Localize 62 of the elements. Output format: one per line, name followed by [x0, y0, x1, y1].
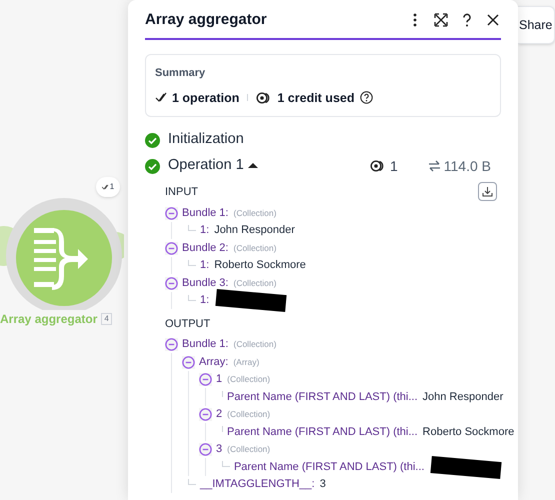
field-key: 1: — [200, 222, 210, 239]
operations-count: 1 operation — [172, 90, 240, 107]
field-key: Parent Name (FIRST AND LAST) (thi... — [227, 388, 418, 406]
collapse-icon[interactable] — [165, 206, 178, 220]
type-hint: (Collection) — [233, 276, 276, 290]
checks-icon — [155, 92, 167, 104]
checks-icon — [102, 184, 109, 190]
collapse-icon[interactable] — [165, 276, 178, 290]
field-key: 2 — [216, 406, 222, 423]
field-key: 3 — [216, 441, 222, 458]
credits-used: 1 credit used — [277, 90, 354, 106]
type-hint: (Collection) — [227, 443, 270, 456]
download-button[interactable] — [478, 182, 497, 202]
data-size: 114.0 B — [444, 156, 491, 176]
coins-icon — [256, 92, 272, 104]
step-label[interactable]: Operation 1 — [168, 155, 244, 178]
type-hint: (Collection) — [233, 338, 276, 351]
step-badge: 1 — [96, 177, 120, 197]
field-key: 1: — [200, 292, 210, 309]
collapse-caret-icon[interactable] — [248, 162, 258, 170]
type-hint: (Collection) — [227, 408, 270, 421]
type-hint: (Collection) — [233, 242, 276, 254]
collapse-icon[interactable] — [199, 408, 212, 421]
collapse-icon[interactable] — [165, 242, 178, 254]
summary-heading: Summary — [155, 66, 206, 81]
field-value: John Responder — [214, 223, 295, 238]
field-key: Bundle 1: — [182, 204, 228, 222]
field-key: __IMTAGGLENGTH__: — [200, 476, 315, 493]
transfer-icon — [428, 160, 441, 172]
collapse-icon[interactable] — [182, 356, 195, 368]
field-key: Bundle 2: — [182, 240, 228, 256]
help-icon[interactable] — [360, 91, 372, 104]
type-hint: (Array) — [233, 356, 260, 368]
field-value: John Responder — [422, 390, 504, 405]
credit-count: 1 — [390, 156, 398, 176]
field-value: 3 — [320, 477, 326, 492]
share-button[interactable]: Share — [518, 6, 555, 44]
panel-title: Array aggregator — [145, 10, 268, 30]
step-label[interactable]: Initialization — [168, 129, 244, 152]
module-label: Array aggregator — [0, 311, 98, 328]
collapse-icon[interactable] — [165, 338, 178, 351]
aggregator-node-icon[interactable] — [0, 198, 124, 310]
coins-icon — [370, 160, 386, 172]
field-key: Parent Name (FIRST AND LAST) (thi... — [234, 458, 424, 476]
field-key: Bundle 1: — [182, 336, 228, 353]
type-hint: (Collection) — [227, 373, 270, 386]
field-key: Parent Name (FIRST AND LAST) (thi... — [227, 424, 418, 440]
collapse-icon[interactable] — [199, 443, 212, 456]
field-key: 1 — [216, 371, 222, 388]
field-value: Roberto Sockmore — [214, 258, 306, 274]
type-hint: (Collection) — [233, 206, 276, 220]
section-heading: INPUT — [165, 184, 198, 200]
field-key: Array: — [199, 354, 228, 370]
collapse-icon[interactable] — [199, 373, 212, 386]
field-value: Roberto Sockmore — [422, 424, 514, 440]
section-heading: OUTPUT — [165, 317, 210, 332]
download-icon — [482, 186, 493, 198]
module-number: 4 — [101, 313, 112, 325]
expand-icon[interactable] — [433, 12, 449, 28]
field-key: Bundle 3: — [182, 274, 228, 292]
close-icon[interactable] — [485, 12, 501, 28]
field-key: 1: — [200, 257, 210, 274]
